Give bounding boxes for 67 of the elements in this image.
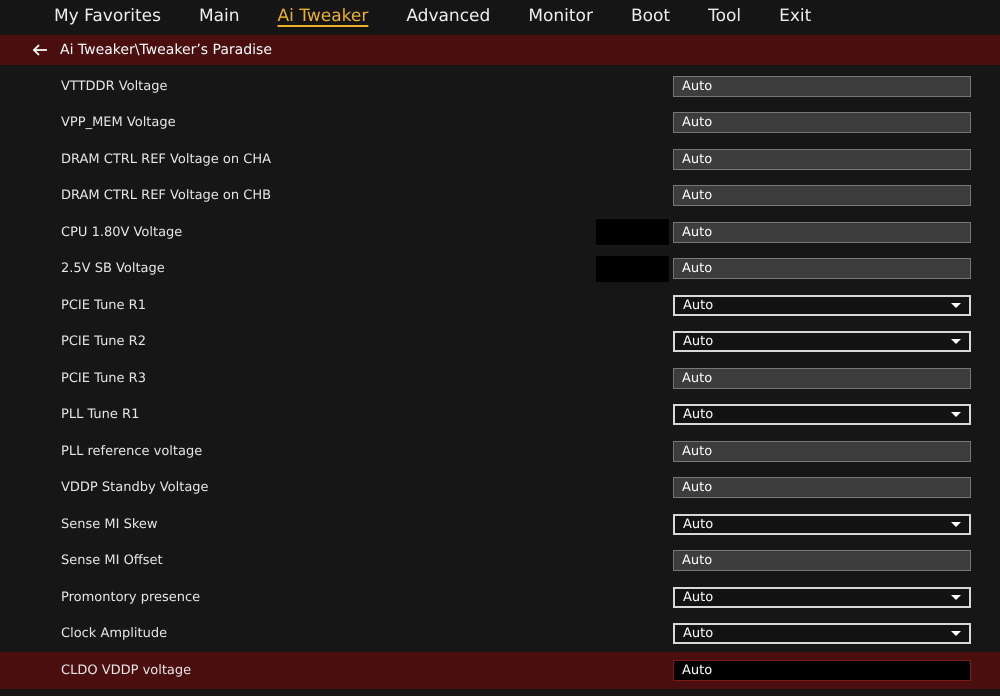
setting-row[interactable]: PCIE Tune R1 Auto xyxy=(0,287,1000,324)
setting-label: PCIE Tune R2 xyxy=(61,333,147,351)
setting-label: 2.5V SB Voltage xyxy=(61,260,166,278)
input-field[interactable]: Auto xyxy=(673,368,971,389)
setting-row[interactable]: CPU 1.80V Voltage Auto xyxy=(0,214,1000,250)
setting-row[interactable]: DRAM CTRL REF Voltage on CHA Auto xyxy=(0,141,1000,178)
menu-tab[interactable]: Monitor xyxy=(528,4,593,30)
setting-row[interactable]: 2.5V SB Voltage Auto xyxy=(0,250,1000,287)
setting-label: DRAM CTRL REF Voltage on CHA xyxy=(61,150,272,168)
setting-label: CPU 1.80V Voltage xyxy=(61,224,184,242)
input-field[interactable]: Auto xyxy=(673,440,971,462)
setting-row[interactable]: PCIE Tune R2 Auto xyxy=(0,324,1000,360)
menu-tab[interactable]: Advanced xyxy=(406,4,490,30)
setting-label: CLDO VDDP voltage xyxy=(61,662,192,680)
setting-label: VPP_MEM Voltage xyxy=(61,114,177,132)
menu-tab[interactable]: Boot xyxy=(630,4,670,30)
setting-row[interactable]: Sense MI Skew Auto xyxy=(0,506,1000,542)
setting-label: PLL Tune R1 xyxy=(61,406,140,424)
caret-icon xyxy=(951,339,961,344)
menu-tab[interactable]: Exit xyxy=(779,4,812,30)
menu-tab[interactable]: My Favorites xyxy=(54,4,161,30)
dropdown[interactable]: Auto xyxy=(673,294,971,316)
dropdown[interactable]: Auto xyxy=(673,404,971,426)
input-field[interactable]: Auto xyxy=(673,258,971,280)
setting-row[interactable]: Sense MI Offset Auto xyxy=(0,542,1000,579)
input-field[interactable]: Auto xyxy=(673,185,971,206)
setting-label: DRAM CTRL REF Voltage on CHB xyxy=(61,187,272,205)
breadcrumb-text: Ai Tweaker\Tweaker’s Paradise xyxy=(60,40,272,60)
dropdown[interactable]: Auto xyxy=(673,586,971,608)
menu-tab[interactable]: Ai Tweaker xyxy=(278,4,368,30)
setting-row[interactable]: Clock Amplitude Auto xyxy=(0,616,1000,652)
setting-row[interactable]: VTTDDR Voltage Auto xyxy=(0,68,1000,104)
input-field[interactable]: Auto xyxy=(673,222,971,243)
dropdown[interactable]: Auto xyxy=(673,623,971,644)
dropdown[interactable]: Auto xyxy=(673,514,971,535)
input-field[interactable]: Auto xyxy=(673,148,971,170)
caret-icon xyxy=(951,522,961,527)
caret-icon xyxy=(951,631,961,636)
setting-row[interactable]: VPP_MEM Voltage Auto xyxy=(0,104,1000,141)
setting-label: VDDP Standby Voltage xyxy=(61,479,210,497)
input-field[interactable]: Auto xyxy=(673,550,971,572)
caret-icon xyxy=(951,302,961,308)
setting-label: Clock Amplitude xyxy=(61,625,168,643)
setting-label: Promontory presence xyxy=(61,588,202,606)
setting-label: VTTDDR Voltage xyxy=(61,78,168,96)
caret-icon xyxy=(951,412,961,418)
input-field[interactable]: Auto xyxy=(673,76,971,97)
setting-label: PCIE Tune R3 xyxy=(61,370,147,388)
setting-label: PCIE Tune R1 xyxy=(61,296,147,314)
setting-label: Sense MI Offset xyxy=(61,552,164,570)
setting-row[interactable]: CLDO VDDP voltage Auto xyxy=(0,652,1000,688)
dropdown[interactable]: Auto xyxy=(673,331,971,352)
setting-row[interactable]: PLL Tune R1 Auto xyxy=(0,396,1000,433)
caret-icon xyxy=(951,594,961,600)
setting-row[interactable]: DRAM CTRL REF Voltage on CHB Auto xyxy=(0,178,1000,214)
setting-row[interactable]: PLL reference voltage Auto xyxy=(0,433,1000,470)
setting-label: PLL reference voltage xyxy=(61,442,204,460)
input-field[interactable]: Auto xyxy=(673,112,971,134)
back-arrow-icon[interactable] xyxy=(32,44,48,56)
menu-tab[interactable]: Tool xyxy=(708,4,742,30)
setting-label: Sense MI Skew xyxy=(61,516,159,534)
input-field[interactable]: Auto xyxy=(673,477,971,498)
setting-row[interactable]: Promontory presence Auto xyxy=(0,579,1000,616)
input-field[interactable]: Auto xyxy=(673,660,971,681)
setting-row[interactable]: VDDP Standby Voltage Auto xyxy=(0,470,1000,506)
menu-tab[interactable]: Main xyxy=(198,4,240,30)
setting-row[interactable]: PCIE Tune R3 Auto xyxy=(0,360,1000,396)
